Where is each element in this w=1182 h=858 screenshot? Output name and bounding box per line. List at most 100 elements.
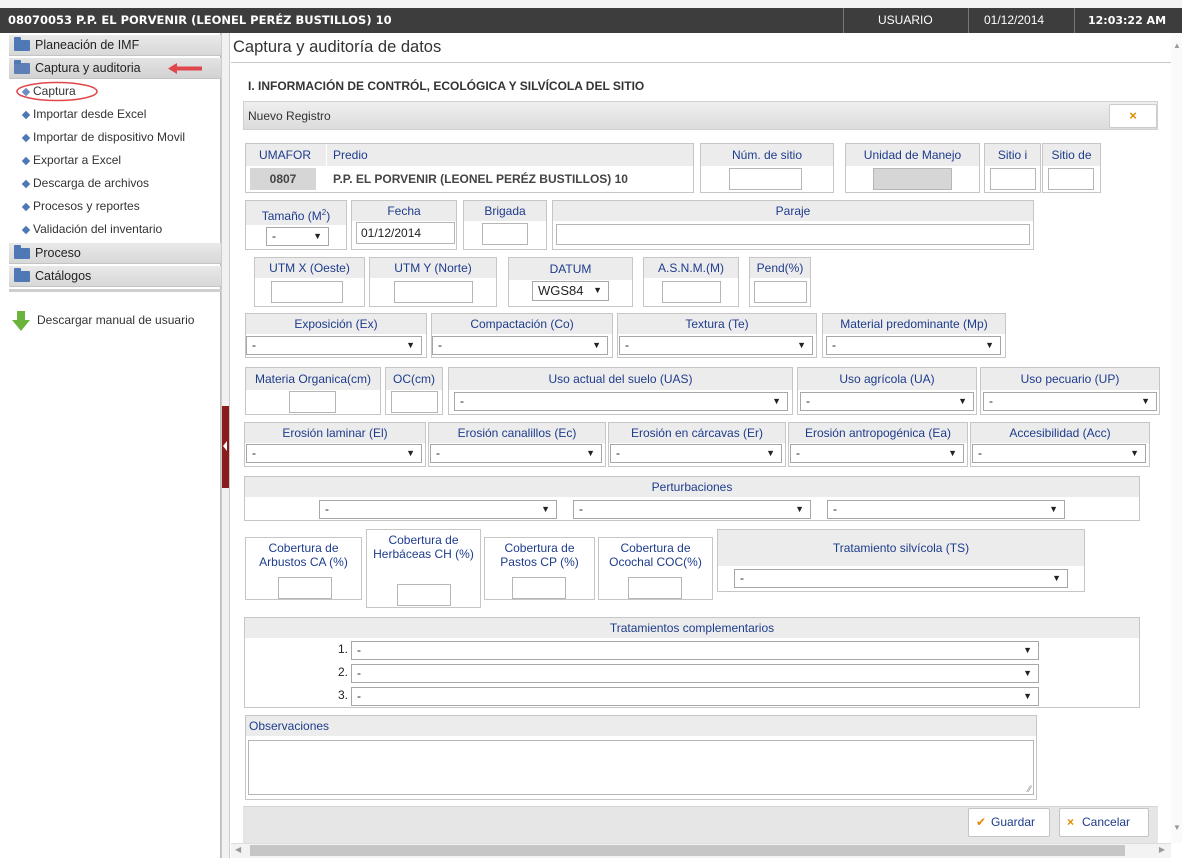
trat-comp-label: Tratamientos complementarios <box>245 618 1139 638</box>
paraje-input[interactable] <box>556 224 1030 245</box>
sidebar-group-planeacion[interactable]: Planeación de IMF <box>9 35 221 56</box>
sidebar-group-captura[interactable]: Captura y auditoria <box>9 58 221 79</box>
cancel-button[interactable]: × Cancelar <box>1059 808 1149 837</box>
uso-suelo-label: Uso actual del suelo (UAS) <box>449 368 792 390</box>
compactacion-select[interactable]: - ▼ <box>432 336 608 355</box>
perturbaciones-label: Perturbaciones <box>245 477 1139 497</box>
trat-comp-select-3[interactable]: - ▼ <box>351 687 1039 706</box>
fecha-input[interactable]: 01/12/2014 <box>356 222 455 244</box>
chevron-down-icon: ▼ <box>958 396 967 406</box>
top-bar: 08070053 P.P. EL PORVENIR (LEONEL PERÉZ … <box>0 0 1182 33</box>
sidebar-item-descarga[interactable]: Descarga de archivos <box>9 172 221 195</box>
resize-handle-icon: ⁄⁄ <box>1027 784 1031 794</box>
materia-org-input[interactable] <box>289 391 336 413</box>
tamano-label: Tamaño (M2) <box>246 201 346 225</box>
datum-label: DATUM <box>509 258 632 280</box>
cob-arbustos-label: Cobertura de Arbustos CA (%) <box>259 541 348 569</box>
observaciones-label: Observaciones <box>246 716 1036 736</box>
erosion-laminar-select[interactable]: - ▼ <box>246 444 422 463</box>
accesibilidad-select[interactable]: - ▼ <box>972 444 1146 463</box>
user-label: USUARIO <box>878 13 933 27</box>
folder-icon <box>14 37 30 51</box>
cob-herbaceas-label: Cobertura de Herbáceas CH (%) <box>373 533 474 561</box>
material-select[interactable]: - ▼ <box>826 336 1001 355</box>
materia-org-label: Materia Organica(cm) <box>246 368 380 390</box>
sidebar-item-importar-excel[interactable]: Importar desde Excel <box>9 103 221 126</box>
num-sitio-input[interactable] <box>729 168 802 190</box>
sidebar-item-captura[interactable]: Captura <box>9 80 221 103</box>
circle-annotation-icon <box>16 81 98 102</box>
oc-input[interactable] <box>391 391 438 413</box>
uso-pecuario-select[interactable]: - ▼ <box>983 392 1157 411</box>
chevron-down-icon: ▼ <box>541 504 550 514</box>
pend-input[interactable] <box>754 281 807 303</box>
unidad-manejo-label: Unidad de Manejo <box>846 144 979 166</box>
cob-ocochal-label: Cobertura de Ocochal COC(%) <box>609 541 702 569</box>
chevron-down-icon: ▼ <box>795 504 804 514</box>
num-sitio-label: Núm. de sitio <box>701 144 833 166</box>
chevron-down-icon: ▼ <box>1023 668 1032 678</box>
chevron-down-icon: ▼ <box>1141 396 1150 406</box>
chevron-down-icon: ▼ <box>406 340 415 350</box>
cob-arbustos-input[interactable] <box>278 577 332 599</box>
sidebar-group-proceso[interactable]: Proceso <box>9 243 221 264</box>
scrollbar-thumb[interactable] <box>250 845 1125 856</box>
utmx-input[interactable] <box>271 281 343 303</box>
erosion-carcavas-label: Erosión en cárcavas (Er) <box>609 423 785 443</box>
tratamiento-select[interactable]: - ▼ <box>734 569 1068 588</box>
vertical-scrollbar[interactable]: ▲ ▼ <box>1171 33 1182 843</box>
folder-icon <box>14 245 30 259</box>
uso-agricola-label: Uso agrícola (UA) <box>798 368 976 390</box>
trat-comp-select-1[interactable]: - ▼ <box>351 641 1039 660</box>
save-button[interactable]: ✔ Guardar <box>968 808 1050 837</box>
sitio-de-label: Sitio de <box>1043 144 1100 166</box>
chevron-down-icon: ▼ <box>948 448 957 458</box>
tamano-select[interactable]: - ▼ <box>266 227 329 246</box>
cob-herbaceas-input[interactable] <box>397 584 451 606</box>
oc-label: OC(cm) <box>386 368 442 390</box>
exposicion-select[interactable]: - ▼ <box>246 336 422 355</box>
chevron-down-icon: ▼ <box>766 448 775 458</box>
sidebar-item-validacion[interactable]: Validación del inventario <box>9 218 221 241</box>
erosion-canalillos-select[interactable]: - ▼ <box>430 444 602 463</box>
sidebar-group-catalogos[interactable]: Catálogos <box>9 266 221 287</box>
collapse-sidebar-handle[interactable] <box>222 406 229 488</box>
chevron-down-icon: ▼ <box>1023 691 1032 701</box>
cob-pastos-input[interactable] <box>512 577 566 599</box>
observaciones-textarea[interactable]: ⁄⁄ <box>248 740 1034 795</box>
erosion-antro-select[interactable]: - ▼ <box>790 444 964 463</box>
sidebar-item-exportar-excel[interactable]: Exportar a Excel <box>9 149 221 172</box>
utmy-input[interactable] <box>394 281 473 303</box>
erosion-carcavas-select[interactable]: - ▼ <box>610 444 782 463</box>
uso-agricola-select[interactable]: - ▼ <box>800 392 974 411</box>
brigada-input[interactable] <box>482 223 528 245</box>
new-record-bar <box>243 101 1158 130</box>
close-button[interactable]: × <box>1109 104 1157 128</box>
paraje-label: Paraje <box>553 201 1033 221</box>
asnm-input[interactable] <box>662 281 721 303</box>
chevron-down-icon: ▼ <box>1052 573 1061 583</box>
trat-comp-select-2[interactable]: - ▼ <box>351 664 1039 683</box>
umafor-value: 0807 <box>250 168 316 190</box>
textura-select[interactable]: - ▼ <box>619 336 813 355</box>
chevron-down-icon: ▼ <box>313 231 322 241</box>
tratamiento-label: Tratamiento silvícola (TS) <box>718 530 1084 566</box>
window-title: 08070053 P.P. EL PORVENIR (LEONEL PERÉZ … <box>8 13 392 27</box>
chevron-down-icon: ▼ <box>1130 448 1139 458</box>
predio-label: Predio <box>327 144 693 166</box>
sidebar-item-procesos[interactable]: Procesos y reportes <box>9 195 221 218</box>
sitio-i-input[interactable] <box>990 168 1036 190</box>
sidebar-item-importar-movil[interactable]: Importar de dispositivo Movil <box>9 126 221 149</box>
chevron-down-icon: ▼ <box>586 448 595 458</box>
sitio-de-input[interactable] <box>1048 168 1094 190</box>
datum-select[interactable]: WGS84 ▼ <box>532 281 609 301</box>
cob-ocochal-input[interactable] <box>628 577 682 599</box>
folder-icon <box>14 268 30 282</box>
perturbacion-select-1[interactable]: - ▼ <box>319 500 557 519</box>
date-label: 01/12/2014 <box>984 13 1045 27</box>
perturbacion-select-2[interactable]: - ▼ <box>573 500 811 519</box>
umafor-label: UMAFOR <box>246 144 326 166</box>
perturbacion-select-3[interactable]: - ▼ <box>827 500 1065 519</box>
chevron-down-icon: ▼ <box>985 340 994 350</box>
uso-suelo-select[interactable]: - ▼ <box>454 392 788 411</box>
